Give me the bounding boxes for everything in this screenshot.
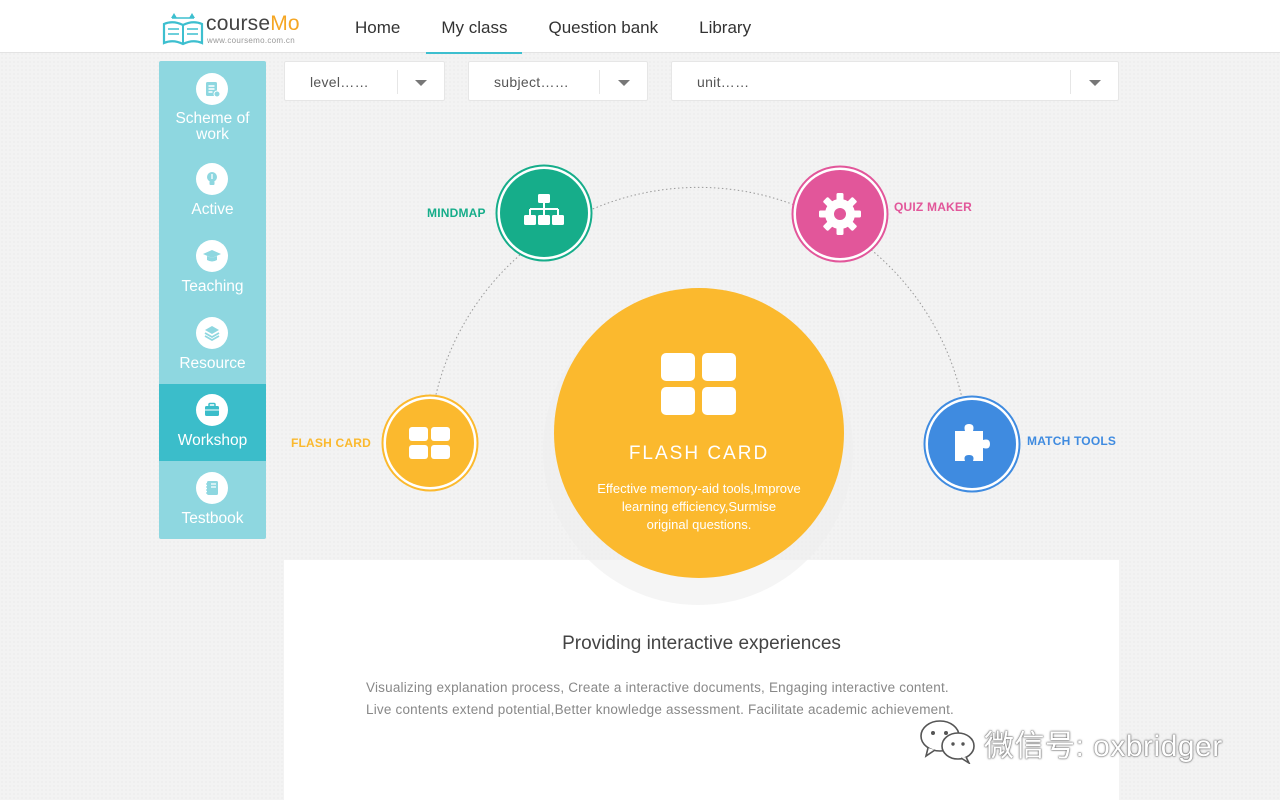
wechat-watermark: 微信号: oxbridger xyxy=(918,716,1248,766)
featured-flash-card-circle[interactable] xyxy=(553,287,845,579)
select-divider xyxy=(397,70,398,94)
chevron-down-icon xyxy=(618,80,630,86)
sidebar-item-label: Workshop xyxy=(177,432,248,449)
mindmap-label: MINDMAP xyxy=(427,206,486,220)
open-book-cat-icon xyxy=(162,13,204,46)
quiz-maker-button[interactable] xyxy=(791,165,889,263)
sidebar-item-teaching[interactable]: Teaching xyxy=(159,230,266,307)
nav-library[interactable]: Library xyxy=(684,0,766,53)
watermark-text: 微信号: oxbridger xyxy=(984,730,1223,763)
document-list-icon xyxy=(196,73,228,105)
subject-select-value: subject…… xyxy=(494,74,570,90)
select-divider xyxy=(1070,70,1071,94)
sidebar-item-scheme-of-work[interactable]: Scheme of work xyxy=(159,61,266,153)
sidebar-item-label: Testbook xyxy=(181,510,244,527)
nav-home[interactable]: Home xyxy=(340,0,415,53)
featured-description: Effective memory-aid tools,Improve learn… xyxy=(573,480,825,534)
logo-wordmark: courseMo xyxy=(206,12,300,35)
briefcase-icon xyxy=(196,394,228,426)
sidebar-item-workshop[interactable]: Workshop xyxy=(159,384,266,461)
match-tools-button[interactable] xyxy=(923,395,1021,493)
sidebar-item-label: Teaching xyxy=(181,278,244,295)
wechat-icon xyxy=(920,720,975,764)
sidebar-item-label: Resource xyxy=(179,355,246,372)
mindmap-button[interactable] xyxy=(495,164,593,262)
chevron-down-icon xyxy=(415,80,427,86)
subject-select[interactable]: subject…… xyxy=(468,61,648,101)
unit-select[interactable]: unit…… xyxy=(671,61,1119,101)
sidebar-item-active[interactable]: Active xyxy=(159,153,266,230)
coursemo-logo[interactable]: courseMo www.coursemo.com.cn xyxy=(162,10,312,46)
level-select[interactable]: level…… xyxy=(284,61,445,101)
sidebar: Scheme of work Active Teaching Resource … xyxy=(159,61,266,539)
flash-card-label: FLASH CARD xyxy=(291,436,371,450)
featured-desc-line: learning efficiency,Surmise xyxy=(621,499,777,514)
panel-title: Providing interactive experiences xyxy=(562,633,841,654)
lightbulb-icon xyxy=(196,163,228,195)
unit-select-value: unit…… xyxy=(697,74,750,90)
logo-url: www.coursemo.com.cn xyxy=(207,36,295,45)
match-tools-label: MATCH TOOLS xyxy=(1027,434,1117,448)
graduation-cap-icon xyxy=(196,240,228,272)
featured-desc-line: original questions. xyxy=(646,517,752,532)
sidebar-item-label: Scheme of work xyxy=(175,110,250,143)
level-select-value: level…… xyxy=(310,74,369,90)
featured-title: FLASH CARD xyxy=(628,443,770,464)
layers-icon xyxy=(196,317,228,349)
featured-desc-line: Effective memory-aid tools,Improve xyxy=(597,481,801,496)
top-header: courseMo www.coursemo.com.cn Home My cla… xyxy=(0,0,1280,54)
nav-my-class[interactable]: My class xyxy=(426,0,523,54)
sidebar-item-testbook[interactable]: Testbook xyxy=(159,461,266,539)
quiz-maker-label: QUIZ MAKER xyxy=(894,200,972,214)
nav-question-bank[interactable]: Question bank xyxy=(533,0,673,53)
sidebar-item-label: Active xyxy=(191,201,234,218)
panel-line-2: Live contents extend potential,Better kn… xyxy=(366,702,954,717)
notebook-icon xyxy=(196,472,228,504)
sidebar-item-resource[interactable]: Resource xyxy=(159,307,266,384)
panel-line-1: Visualizing explanation process, Create … xyxy=(366,680,949,695)
main-nav: Home My class Question bank Library xyxy=(340,0,777,54)
gear-icon xyxy=(819,193,861,235)
select-divider xyxy=(599,70,600,94)
chevron-down-icon xyxy=(1089,80,1101,86)
flash-card-button[interactable] xyxy=(381,394,479,492)
